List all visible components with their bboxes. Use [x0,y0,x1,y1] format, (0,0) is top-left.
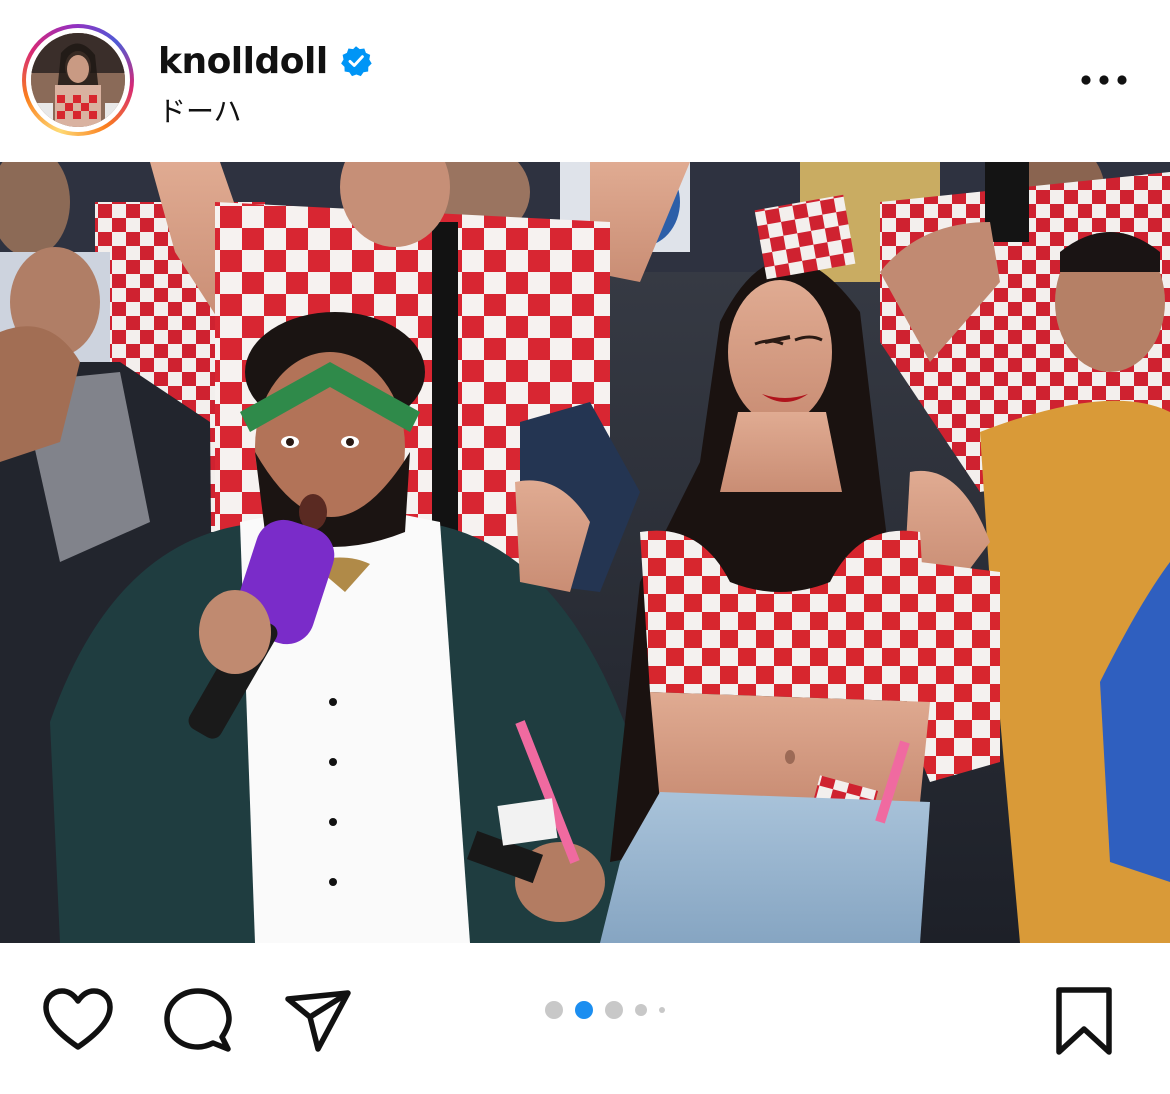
carousel-dot [545,1001,563,1019]
post-photo[interactable] [0,162,1170,943]
story-ring[interactable] [22,24,134,136]
comment-icon[interactable] [162,985,234,1057]
carousel-dot [635,1004,647,1016]
post-location[interactable]: ドーハ [158,90,241,130]
carousel-indicator [545,999,677,1021]
stadium-crowd-photo [0,162,1170,943]
instagram-post: knolldoll ドーハ [0,0,1170,1094]
paper-plane-icon[interactable] [282,985,354,1057]
verified-badge-icon [340,45,372,77]
username[interactable]: knolldoll [158,41,328,82]
avatar[interactable] [31,33,125,127]
avatar-image [31,33,125,127]
heart-icon[interactable] [42,985,114,1057]
carousel-dot [605,1001,623,1019]
carousel-dot [659,1007,665,1013]
bookmark-icon[interactable] [1048,985,1120,1057]
more-options-icon[interactable] [1074,62,1134,98]
carousel-dot-active [575,1001,593,1019]
post-header: knolldoll ドーハ [0,0,1170,162]
